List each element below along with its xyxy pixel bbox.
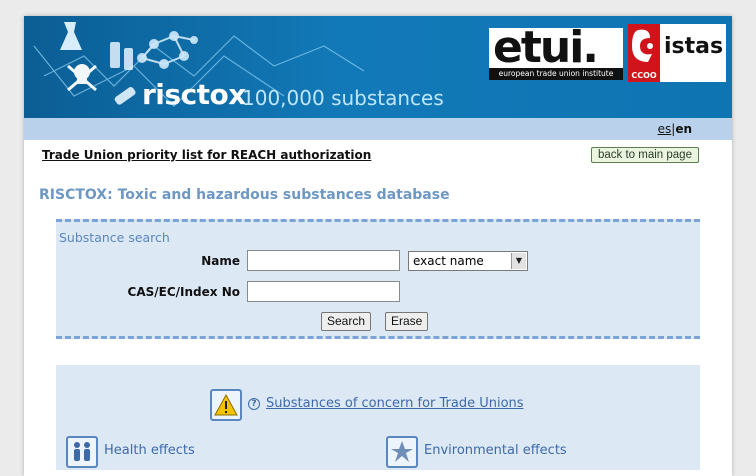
bottle-icon: [110, 42, 133, 70]
search-button[interactable]: Search: [321, 312, 372, 331]
match-mode-select[interactable]: exact name ▼: [408, 251, 528, 271]
brand-tagline: 100,000 substances: [242, 86, 444, 110]
environment-icon-box[interactable]: [386, 436, 418, 468]
ccoo-logo-text: CCOO: [631, 71, 657, 80]
match-mode-value: exact name: [413, 254, 484, 268]
header-banner: risctox 100,000 substances etui. europea…: [24, 16, 732, 118]
leaf-icon: [391, 441, 413, 462]
health-effects-link[interactable]: Health effects: [104, 443, 195, 458]
ccoo-logo: CCOO: [628, 24, 660, 82]
concern-panel: ? Substances of concern for Trade Unions…: [56, 365, 700, 470]
search-legend: Substance search: [59, 230, 170, 245]
back-to-main-button[interactable]: back to main page: [591, 147, 699, 163]
cas-input[interactable]: [247, 281, 400, 302]
etui-logo-tagline: european trade union institute: [489, 68, 623, 80]
language-bar: es|en: [24, 118, 732, 140]
cas-label: CAS/EC/Index No: [127, 285, 240, 299]
ccoo-symbol-icon: [632, 29, 653, 63]
name-input[interactable]: [247, 250, 400, 271]
help-icon[interactable]: ?: [248, 398, 260, 410]
substances-of-concern-link[interactable]: Substances of concern for Trade Unions: [266, 396, 524, 411]
warning-icon-box[interactable]: [210, 389, 242, 421]
substance-search-panel: Substance search Name exact name ▼ CAS/E…: [56, 219, 700, 339]
etui-logo[interactable]: etui. european trade union institute: [489, 22, 623, 80]
language-es-link[interactable]: es: [658, 122, 672, 136]
brand-name: risctox: [142, 78, 246, 111]
tube-icon: [114, 87, 136, 105]
priority-list-link[interactable]: Trade Union priority list for REACH auth…: [42, 148, 371, 162]
flask-icon: [60, 22, 82, 50]
page-title: RISCTOX: Toxic and hazardous substances …: [39, 187, 450, 203]
erase-button[interactable]: Erase: [385, 312, 429, 331]
name-label: Name: [201, 254, 240, 268]
etui-logo-word: etui.: [493, 22, 599, 73]
skull-icon: [67, 64, 97, 92]
people-icon: [74, 442, 90, 461]
page: risctox 100,000 substances etui. europea…: [24, 16, 732, 476]
warning-icon: [214, 393, 238, 416]
language-en-current: en: [675, 122, 692, 136]
environmental-effects-link[interactable]: Environmental effects: [424, 443, 567, 458]
istas-logo[interactable]: CCOO istas: [628, 24, 726, 82]
dropdown-arrow-icon[interactable]: ▼: [511, 253, 526, 269]
istas-logo-word: istas: [664, 34, 724, 59]
language-switcher: es|en: [658, 122, 692, 136]
health-icon-box[interactable]: [66, 436, 98, 468]
